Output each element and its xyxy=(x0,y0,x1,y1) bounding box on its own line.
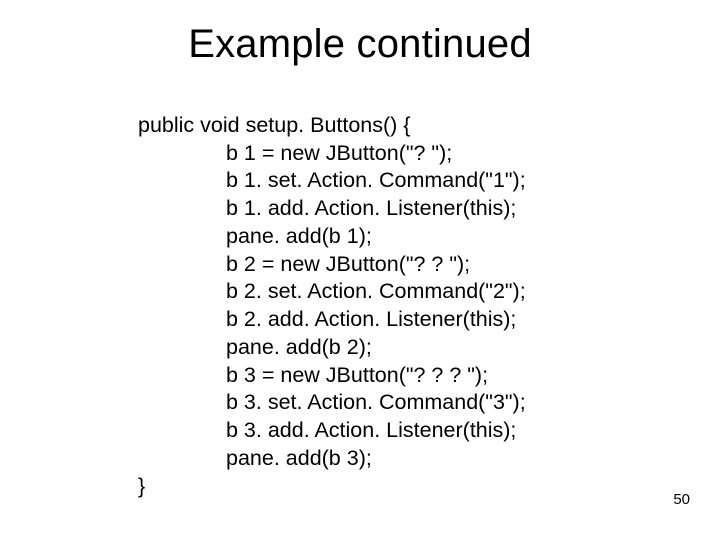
page-number: 50 xyxy=(673,491,690,508)
code-line: b 2 = new JButton("? ? "); xyxy=(226,251,608,279)
code-close-brace: } xyxy=(138,473,608,501)
code-indent: b 1 = new JButton("? "); b 1. set. Actio… xyxy=(138,140,608,473)
code-signature: public void setup. Buttons() { xyxy=(138,112,608,140)
code-line: b 3. add. Action. Listener(this); xyxy=(226,417,608,445)
code-line: pane. add(b 1); xyxy=(226,223,608,251)
code-line: b 3 = new JButton("? ? ? "); xyxy=(226,362,608,390)
code-block: public void setup. Buttons() { b 1 = new… xyxy=(138,112,608,500)
code-line: b 1. set. Action. Command("1"); xyxy=(226,167,608,195)
slide-title: Example continued xyxy=(0,22,720,67)
code-line: b 2. add. Action. Listener(this); xyxy=(226,306,608,334)
code-line: b 1 = new JButton("? "); xyxy=(226,140,608,168)
code-line: b 3. set. Action. Command("3"); xyxy=(226,389,608,417)
code-line: b 2. set. Action. Command("2"); xyxy=(226,278,608,306)
slide: Example continued public void setup. But… xyxy=(0,0,720,540)
code-line: pane. add(b 2); xyxy=(226,334,608,362)
code-line: b 1. add. Action. Listener(this); xyxy=(226,195,608,223)
code-line: pane. add(b 3); xyxy=(226,445,608,473)
